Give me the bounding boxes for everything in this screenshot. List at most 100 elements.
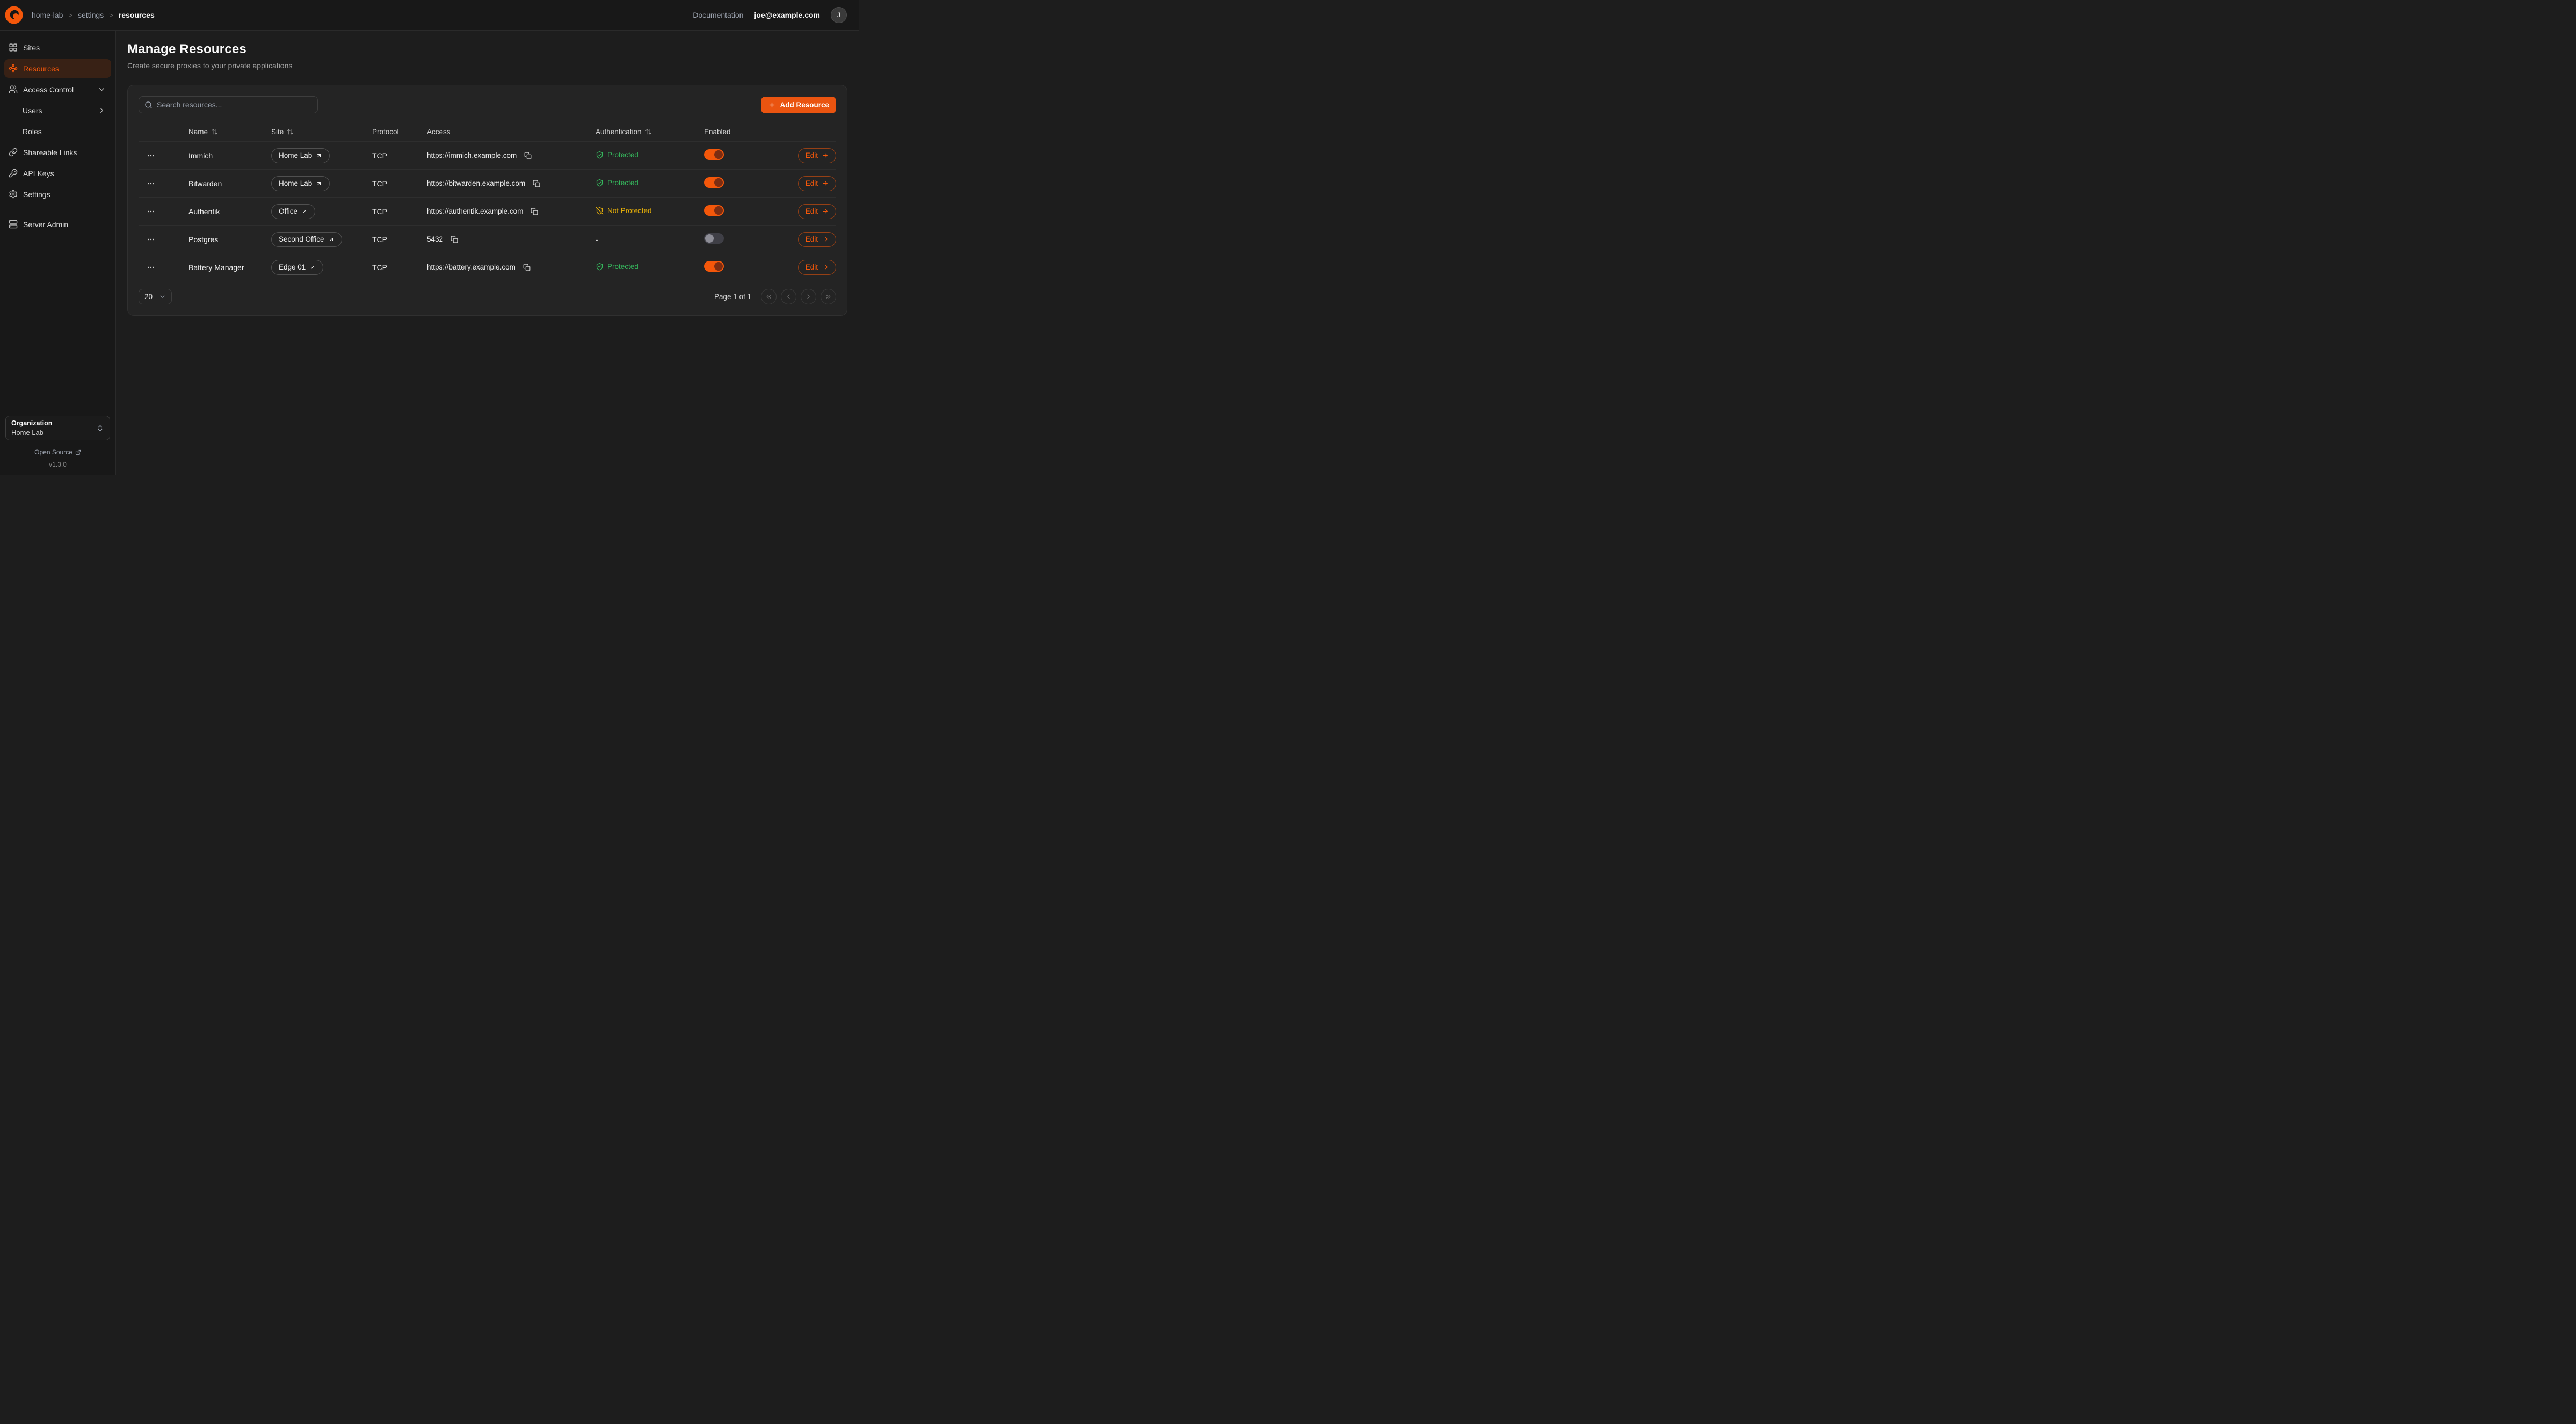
gear-icon [9, 190, 18, 199]
edit-button[interactable]: Edit [798, 260, 836, 275]
pagination-prev-button[interactable] [781, 289, 796, 304]
sidebar-item-shareable-links[interactable]: Shareable Links [4, 143, 111, 162]
search-input[interactable] [157, 100, 312, 109]
page-title: Manage Resources [127, 42, 847, 57]
site-link-button[interactable]: Office [271, 204, 315, 219]
chevrons-left-icon [765, 293, 772, 300]
sidebar-item-server-admin[interactable]: Server Admin [4, 215, 111, 234]
arrow-up-right-icon [316, 152, 322, 159]
auth-status-badge: Protected [596, 151, 638, 159]
column-header-name[interactable]: Name [188, 128, 271, 136]
pagination-next-button[interactable] [801, 289, 816, 304]
copy-icon [524, 152, 532, 159]
column-header-authentication[interactable]: Authentication [596, 128, 704, 136]
sidebar-item-label: Shareable Links [23, 148, 77, 157]
column-header-site[interactable]: Site [271, 128, 372, 136]
access-value[interactable]: https://immich.example.com [427, 151, 517, 159]
pagination-last-button[interactable] [821, 289, 836, 304]
page-size-select[interactable]: 20 [139, 289, 172, 304]
auth-status-label: - [596, 236, 598, 244]
row-actions-menu-button[interactable] [143, 176, 159, 192]
enabled-toggle[interactable] [704, 177, 724, 188]
column-header-enabled: Enabled [704, 128, 777, 136]
table-row: Bitwarden Home Lab TCP https://bitwarden… [139, 169, 836, 197]
table-row: Postgres Second Office TCP 5432 - Edit [139, 225, 836, 253]
resource-name: Bitwarden [188, 179, 271, 188]
avatar[interactable]: J [831, 7, 847, 23]
ellipsis-icon [147, 207, 155, 216]
sidebar-item-sites[interactable]: Sites [4, 38, 111, 57]
sidebar-item-access-control[interactable]: Access Control [4, 80, 111, 99]
toggle-knob [714, 150, 723, 159]
sidebar-item-settings[interactable]: Settings [4, 185, 111, 204]
auth-status-label: Not Protected [607, 207, 652, 215]
protocol-value: TCP [372, 235, 427, 244]
row-actions-menu-button[interactable] [143, 204, 159, 220]
copy-access-button[interactable] [521, 261, 533, 273]
site-link-button[interactable]: Home Lab [271, 176, 330, 191]
copy-icon [531, 208, 538, 215]
user-email: joe@example.com [754, 11, 820, 19]
protocol-value: TCP [372, 207, 427, 216]
copy-access-button[interactable] [528, 206, 540, 217]
sort-arrows-icon [211, 128, 218, 135]
sidebar-item-roles[interactable]: Roles [4, 122, 111, 141]
sidebar-item-label: Settings [23, 190, 50, 199]
row-actions-menu-button[interactable] [143, 231, 159, 248]
resources-table: Name Site Protocol Access Authentication… [139, 122, 836, 281]
copy-access-button[interactable] [531, 178, 542, 190]
sidebar-item-api-keys[interactable]: API Keys [4, 164, 111, 183]
row-actions-menu-button[interactable] [143, 259, 159, 275]
resource-name: Postgres [188, 235, 271, 244]
site-name: Home Lab [279, 179, 312, 187]
documentation-link[interactable]: Documentation [693, 11, 743, 19]
access-value[interactable]: https://authentik.example.com [427, 207, 523, 215]
toggle-knob [705, 234, 714, 243]
add-resource-button[interactable]: Add Resource [761, 97, 836, 113]
sidebar-item-label: Access Control [23, 85, 74, 94]
app-logo[interactable] [5, 6, 23, 24]
page-size-value: 20 [144, 293, 153, 301]
row-actions-menu-button[interactable] [143, 148, 159, 164]
site-name: Home Lab [279, 151, 312, 159]
shield-off-icon [596, 207, 604, 215]
edit-button[interactable]: Edit [798, 148, 836, 163]
auth-status-badge: Not Protected [596, 207, 652, 215]
edit-button[interactable]: Edit [798, 204, 836, 219]
enabled-toggle[interactable] [704, 205, 724, 216]
access-value[interactable]: https://battery.example.com [427, 263, 516, 271]
app-version: v1.3.0 [5, 461, 110, 468]
copy-icon [533, 180, 540, 187]
topbar: home-lab > settings > resources Document… [0, 0, 859, 31]
site-link-button[interactable]: Second Office [271, 232, 342, 247]
column-header-label: Authentication [596, 128, 642, 136]
site-link-button[interactable]: Home Lab [271, 148, 330, 163]
enabled-toggle[interactable] [704, 149, 724, 160]
edit-button[interactable]: Edit [798, 176, 836, 191]
sidebar-item-users[interactable]: Users [4, 101, 111, 120]
table-row: Battery Manager Edge 01 TCP https://batt… [139, 253, 836, 281]
column-header-label: Site [271, 128, 284, 136]
edit-button[interactable]: Edit [798, 232, 836, 247]
open-source-label: Open Source [34, 448, 72, 456]
toolbar: Add Resource [139, 96, 836, 113]
resource-name: Immich [188, 151, 271, 160]
arrow-up-right-icon [328, 236, 335, 243]
open-source-link[interactable]: Open Source [5, 448, 110, 456]
enabled-toggle[interactable] [704, 261, 724, 272]
organization-selector[interactable]: Organization Home Lab [5, 416, 110, 440]
pagination-first-button[interactable] [761, 289, 777, 304]
users-icon [9, 85, 18, 94]
copy-access-button[interactable] [522, 150, 534, 162]
organization-selector-value: Home Lab [11, 428, 52, 437]
breadcrumb-org[interactable]: home-lab [32, 11, 63, 19]
auth-status-label: Protected [607, 263, 638, 271]
copy-access-button[interactable] [448, 234, 460, 245]
organization-selector-title: Organization [11, 419, 52, 427]
enabled-toggle[interactable] [704, 233, 724, 244]
chevron-right-icon [98, 106, 106, 114]
breadcrumb-settings[interactable]: settings [78, 11, 104, 19]
access-value[interactable]: https://bitwarden.example.com [427, 179, 525, 187]
site-link-button[interactable]: Edge 01 [271, 260, 323, 275]
sidebar-item-resources[interactable]: Resources [4, 59, 111, 78]
